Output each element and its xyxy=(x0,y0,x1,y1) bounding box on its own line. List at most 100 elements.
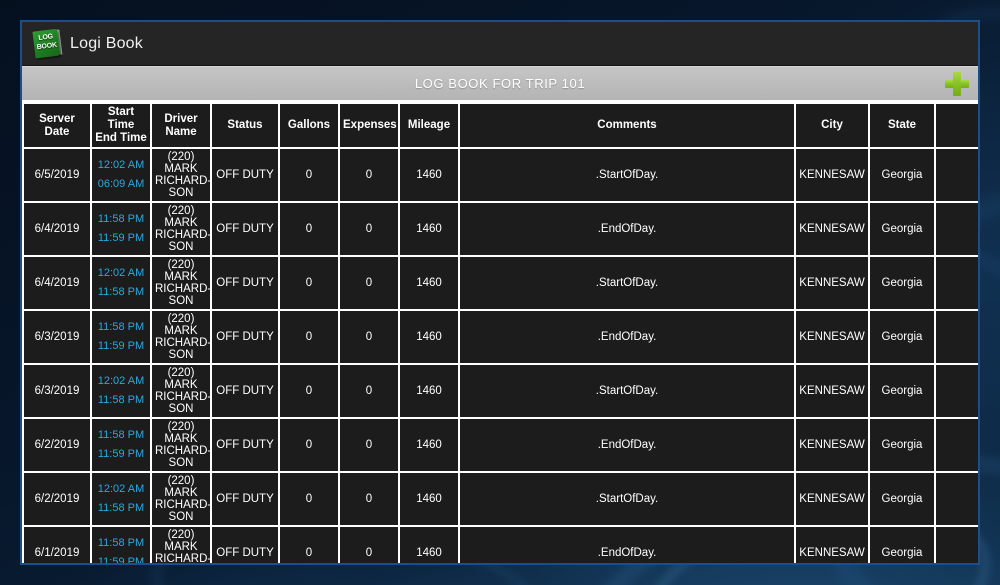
cell-city: KENNESAW xyxy=(796,473,868,525)
cell-comments: .EndOfDay. xyxy=(460,203,794,255)
cell-start-time: 11:58 PM xyxy=(95,535,147,552)
cell-server_date: 6/3/2019 xyxy=(24,365,90,417)
cell-driver: (220) MARK RICHARD-SON xyxy=(152,257,210,309)
cell-end-time: 11:59 PM xyxy=(95,446,147,463)
cell-driver: (220) MARK RICHARD-SON xyxy=(152,365,210,417)
cell-start-end-time: 12:02 AM 11:58 PM xyxy=(92,365,150,417)
column-header-state[interactable]: State xyxy=(870,104,934,147)
cell-city: KENNESAW xyxy=(796,203,868,255)
cell-action[interactable] xyxy=(936,311,978,363)
plus-icon[interactable] xyxy=(944,71,970,97)
cell-state: Georgia xyxy=(870,149,934,201)
cell-state: Georgia xyxy=(870,311,934,363)
cell-gallons: 0 xyxy=(280,311,338,363)
cell-start-time: 12:02 AM xyxy=(95,157,147,174)
column-header-comments[interactable]: Comments xyxy=(460,104,794,147)
cell-gallons: 0 xyxy=(280,419,338,471)
log-book-icon: LOG BOOK xyxy=(30,27,63,60)
cell-start-time: 11:58 PM xyxy=(95,427,147,444)
cell-end-time: 11:58 PM xyxy=(95,500,147,517)
table-body: 6/5/2019 12:02 AM 06:09 AM (220) MARK RICHA… xyxy=(24,149,978,563)
section-header-bar: LOG BOOK FOR TRIP 101 xyxy=(22,66,978,102)
table-row[interactable]: 6/1/2019 11:58 PM 11:59 PM (220) MARK RICHA… xyxy=(24,527,978,563)
table-row[interactable]: 6/3/2019 12:02 AM 11:58 PM (220) MARK RICHA… xyxy=(24,365,978,417)
cell-status: OFF DUTY xyxy=(212,419,278,471)
cell-end-time: 11:59 PM xyxy=(95,230,147,247)
column-header-server-date[interactable]: Server Date xyxy=(24,104,90,147)
column-header-expenses[interactable]: Expenses xyxy=(340,104,398,147)
column-header-gallons[interactable]: Gallons xyxy=(280,104,338,147)
table-row[interactable]: 6/4/2019 12:02 AM 11:58 PM (220) MARK RICHA… xyxy=(24,257,978,309)
cell-mileage: 1460 xyxy=(400,419,458,471)
cell-comments: .EndOfDay. xyxy=(460,419,794,471)
cell-city: KENNESAW xyxy=(796,311,868,363)
cell-mileage: 1460 xyxy=(400,527,458,563)
cell-comments: .StartOfDay. xyxy=(460,365,794,417)
cell-start-time: 11:58 PM xyxy=(95,319,147,336)
table-row[interactable]: 6/2/2019 12:02 AM 11:58 PM (220) MARK RICHA… xyxy=(24,473,978,525)
cell-end-time: 11:59 PM xyxy=(95,338,147,355)
cell-end-time: 06:09 AM xyxy=(95,176,147,193)
cell-action[interactable] xyxy=(936,257,978,309)
cell-server_date: 6/3/2019 xyxy=(24,311,90,363)
column-header-start-end-time[interactable]: Start Time End Time xyxy=(92,104,150,147)
cell-action[interactable] xyxy=(936,473,978,525)
cell-status: OFF DUTY xyxy=(212,257,278,309)
cell-mileage: 1460 xyxy=(400,365,458,417)
column-header-status[interactable]: Status xyxy=(212,104,278,147)
cell-comments: .StartOfDay. xyxy=(460,149,794,201)
cell-driver: (220) MARK RICHARD-SON xyxy=(152,527,210,563)
cell-start-time: 12:02 AM xyxy=(95,265,147,282)
cell-city: KENNESAW xyxy=(796,257,868,309)
cell-start-time: 12:02 AM xyxy=(95,373,147,390)
cell-driver: (220) MARK RICHARD-SON xyxy=(152,419,210,471)
cell-action[interactable] xyxy=(936,203,978,255)
plus-vertical-bar xyxy=(953,71,961,96)
cell-start-time: 12:02 AM xyxy=(95,481,147,498)
cell-state: Georgia xyxy=(870,257,934,309)
cell-driver: (220) MARK RICHARD-SON xyxy=(152,473,210,525)
cell-action[interactable] xyxy=(936,527,978,563)
cell-server_date: 6/4/2019 xyxy=(24,257,90,309)
cell-start-end-time: 11:58 PM 11:59 PM xyxy=(92,419,150,471)
cell-state: Georgia xyxy=(870,527,934,563)
table-scroll-area[interactable]: Server Date Start Time End Time Driver N… xyxy=(22,102,978,563)
column-header-driver-name[interactable]: Driver Name xyxy=(152,104,210,147)
cell-server_date: 6/1/2019 xyxy=(24,527,90,563)
column-header-actions[interactable] xyxy=(936,104,978,147)
cell-expenses: 0 xyxy=(340,419,398,471)
cell-city: KENNESAW xyxy=(796,149,868,201)
cell-mileage: 1460 xyxy=(400,473,458,525)
table-row[interactable]: 6/5/2019 12:02 AM 06:09 AM (220) MARK RICHA… xyxy=(24,149,978,201)
desktop-background: LOG BOOK Logi Book LOG BOOK FOR TRIP 101… xyxy=(0,0,1000,585)
cell-start-end-time: 11:58 PM 11:59 PM xyxy=(92,527,150,563)
cell-start-end-time: 12:02 AM 06:09 AM xyxy=(92,149,150,201)
cell-end-time: 11:58 PM xyxy=(95,284,147,301)
cell-expenses: 0 xyxy=(340,203,398,255)
cell-comments: .StartOfDay. xyxy=(460,257,794,309)
cell-expenses: 0 xyxy=(340,365,398,417)
cell-gallons: 0 xyxy=(280,257,338,309)
cell-end-time: 11:58 PM xyxy=(95,392,147,409)
cell-start-end-time: 11:58 PM 11:59 PM xyxy=(92,203,150,255)
column-header-city[interactable]: City xyxy=(796,104,868,147)
cell-status: OFF DUTY xyxy=(212,203,278,255)
cell-action[interactable] xyxy=(936,149,978,201)
cell-action[interactable] xyxy=(936,419,978,471)
cell-server_date: 6/2/2019 xyxy=(24,419,90,471)
cell-gallons: 0 xyxy=(280,149,338,201)
cell-expenses: 0 xyxy=(340,473,398,525)
cell-action[interactable] xyxy=(936,365,978,417)
table-row[interactable]: 6/2/2019 11:58 PM 11:59 PM (220) MARK RICHA… xyxy=(24,419,978,471)
cell-status: OFF DUTY xyxy=(212,527,278,563)
book-cover-text: LOG BOOK xyxy=(34,31,59,52)
cell-mileage: 1460 xyxy=(400,257,458,309)
table-row[interactable]: 6/3/2019 11:58 PM 11:59 PM (220) MARK RICHA… xyxy=(24,311,978,363)
table-row[interactable]: 6/4/2019 11:58 PM 11:59 PM (220) MARK RICHA… xyxy=(24,203,978,255)
table-header-row: Server Date Start Time End Time Driver N… xyxy=(24,104,978,147)
cell-state: Georgia xyxy=(870,365,934,417)
cell-mileage: 1460 xyxy=(400,311,458,363)
column-header-mileage[interactable]: Mileage xyxy=(400,104,458,147)
title-bar: LOG BOOK Logi Book xyxy=(22,22,978,66)
page-title: LOG BOOK FOR TRIP 101 xyxy=(414,76,586,91)
